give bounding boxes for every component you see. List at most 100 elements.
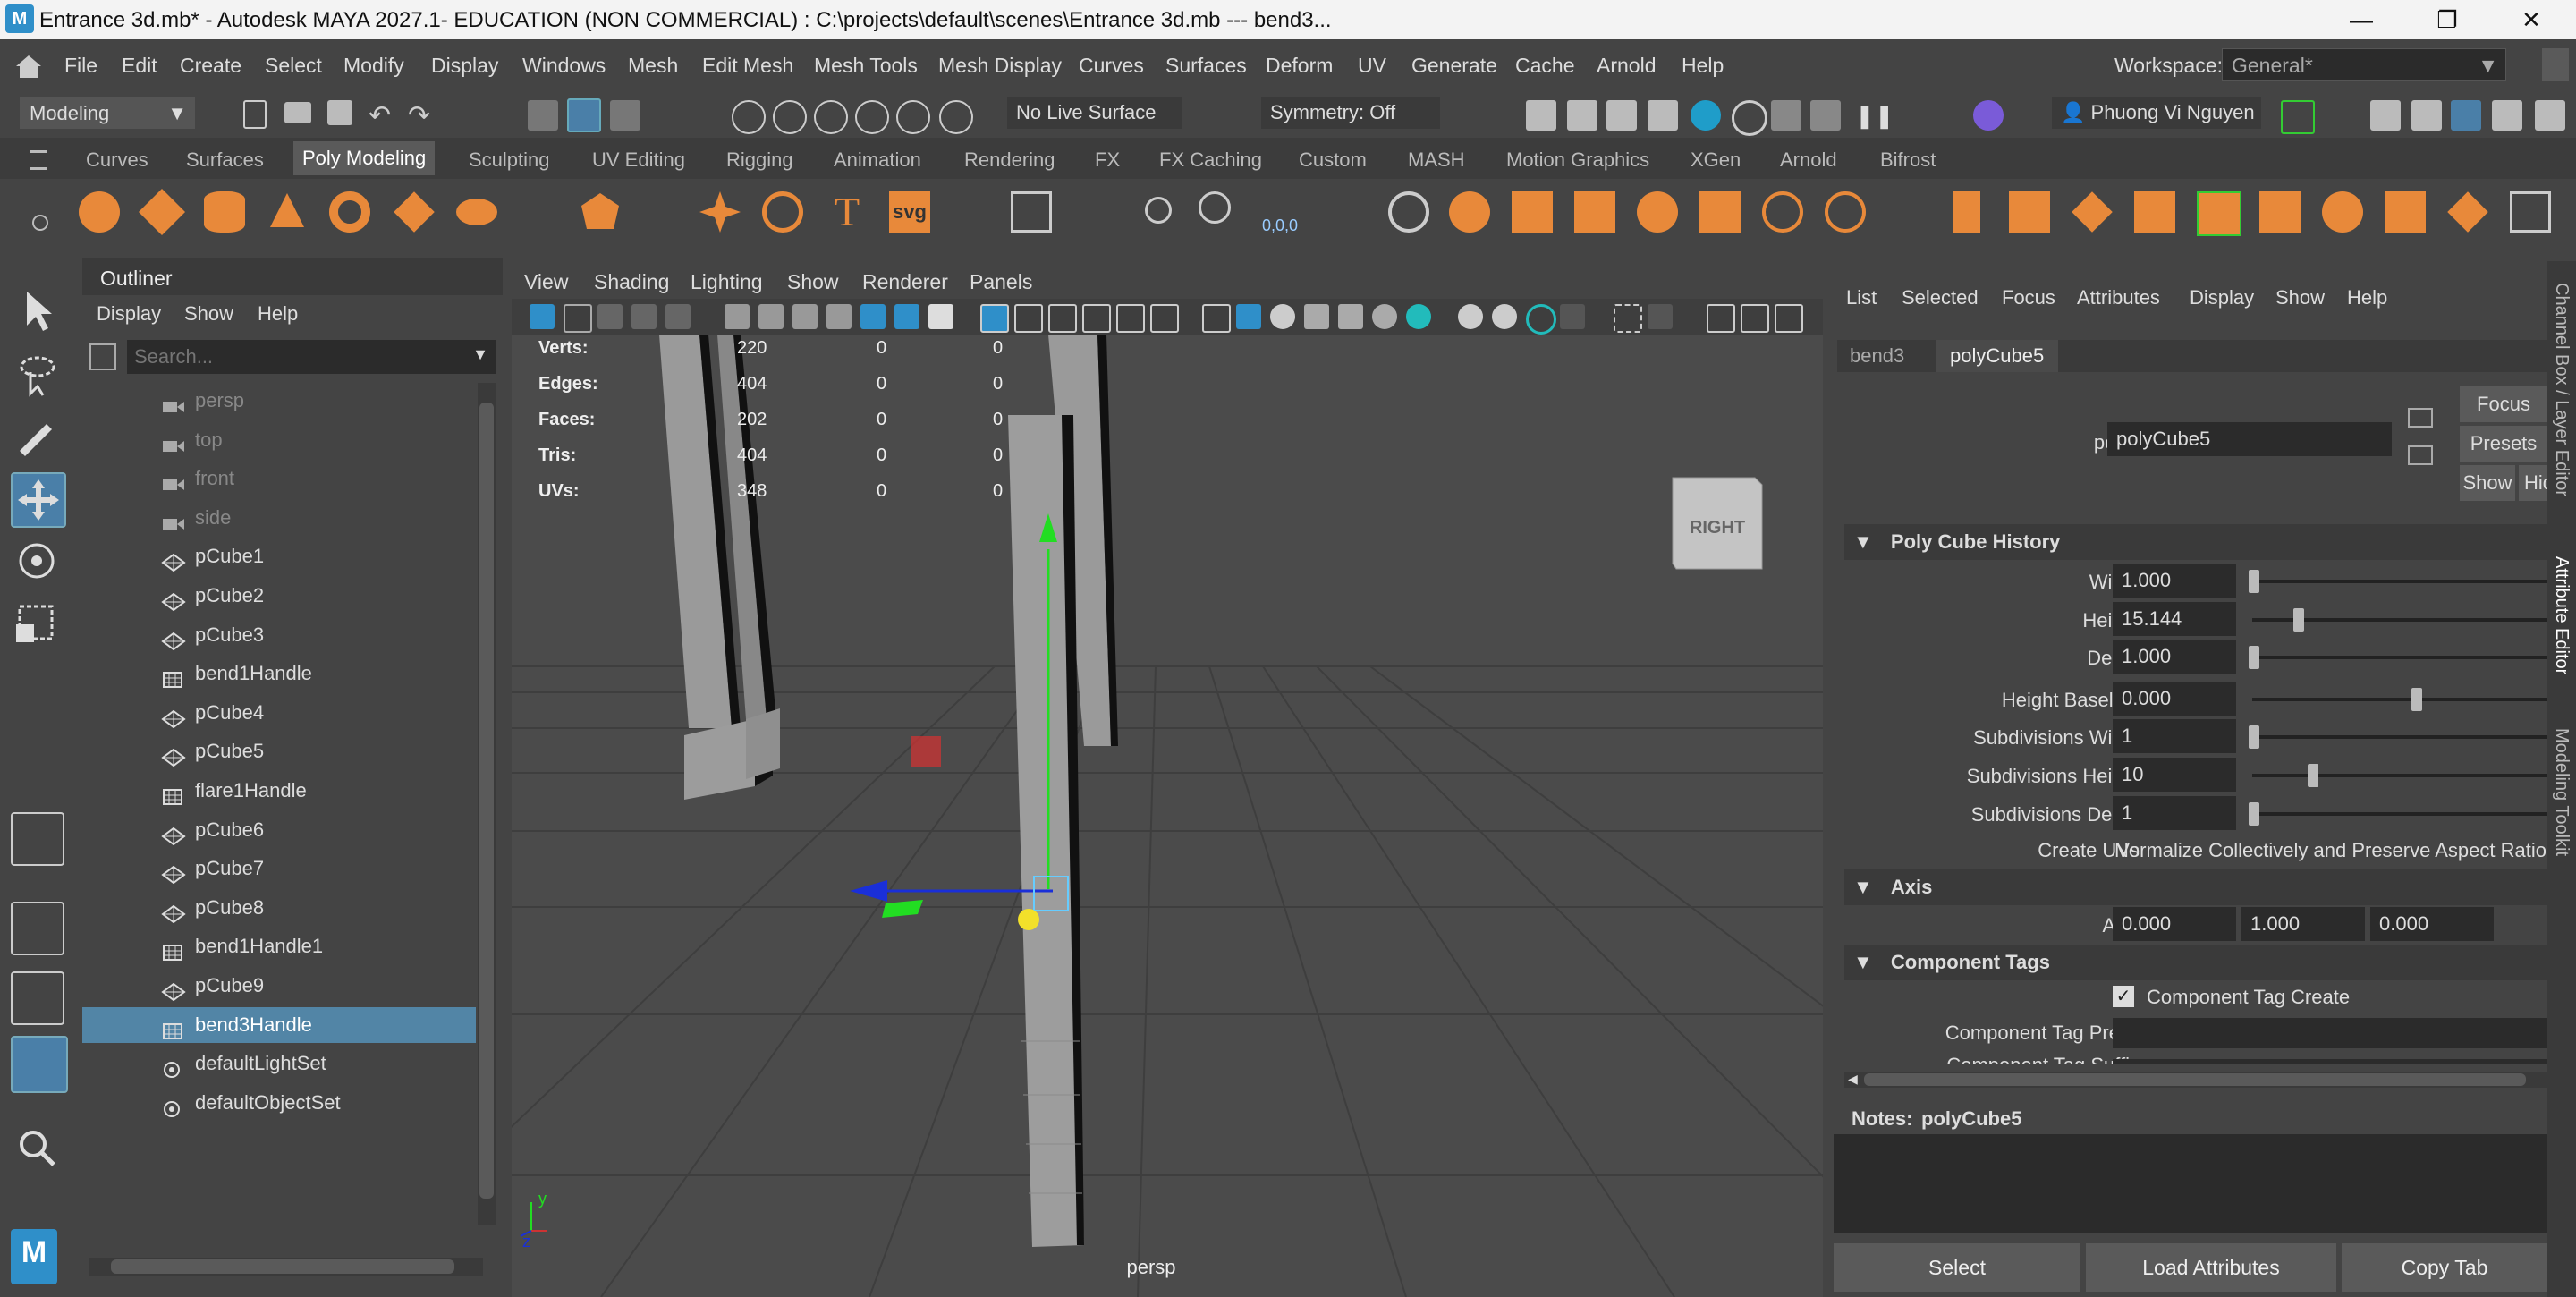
menu-uv[interactable]: UV	[1358, 54, 1386, 78]
poly-type-icon[interactable]: T	[826, 191, 868, 233]
ae-focus-button[interactable]: Focus	[2460, 386, 2547, 422]
camera-attributes-icon[interactable]	[564, 304, 592, 333]
snap-surface-icon[interactable]	[896, 100, 930, 134]
boolean-difference-icon[interactable]	[1637, 191, 1678, 233]
view-cube-label[interactable]: RIGHT	[1690, 518, 1745, 538]
freeze-transform-icon[interactable]: 0,0,0	[1259, 191, 1301, 234]
modeling-toolkit-icon[interactable]	[2370, 100, 2401, 131]
outliner-menu-display[interactable]: Display	[97, 302, 161, 326]
use-all-lights-icon[interactable]	[1338, 304, 1363, 329]
menu-mesh-display[interactable]: Mesh Display	[938, 54, 1062, 78]
menu-help[interactable]: Help	[1682, 54, 1724, 78]
attr-slider-track[interactable]	[2252, 811, 2547, 816]
menu-windows[interactable]: Windows	[522, 54, 606, 78]
depth-of-field-icon[interactable]	[1526, 304, 1556, 335]
attr-slider-track[interactable]	[2252, 774, 2547, 777]
user-avatar[interactable]	[1973, 100, 2004, 131]
menuset-dropdown[interactable]: Modeling ▼	[20, 97, 195, 129]
outliner-item[interactable]: pCube5	[82, 733, 476, 769]
component-tag-prefix-field[interactable]	[2113, 1018, 2547, 1048]
shelf-tab-bifrost[interactable]: Bifrost	[1880, 148, 1936, 172]
textured-icon[interactable]	[1304, 304, 1329, 329]
scale-tool-icon[interactable]	[11, 598, 63, 649]
attr-slider-handle[interactable]	[2249, 646, 2259, 670]
sweep-mesh-icon[interactable]	[1011, 191, 1052, 233]
poly-disc-icon[interactable]	[456, 199, 497, 225]
component-tag-suffix-field[interactable]	[2113, 1059, 2547, 1064]
menu-curves[interactable]: Curves	[1079, 54, 1144, 78]
new-scene-icon[interactable]	[243, 100, 267, 129]
redo-icon[interactable]: ↷	[408, 100, 438, 131]
wireframe-icon[interactable]	[1202, 304, 1231, 333]
attr-slider-handle[interactable]	[2411, 687, 2422, 711]
outliner-item[interactable]: front	[82, 461, 476, 496]
section-component-tags[interactable]: ▼ Component Tags	[1844, 945, 2551, 980]
section-poly-cube-history[interactable]: ▼ Poly Cube History	[1844, 524, 2551, 560]
menu-modify[interactable]: Modify	[343, 54, 404, 78]
axis-y-field[interactable]: 1.000	[2241, 907, 2365, 941]
camera-grid-icon[interactable]	[758, 304, 784, 329]
ae-hide-button[interactable]: Hide	[2519, 465, 2547, 501]
render-stop-icon[interactable]	[1810, 100, 1841, 131]
ae-menu-focus[interactable]: Focus	[2002, 286, 2055, 309]
gate-mask-icon[interactable]	[860, 304, 886, 329]
render-view-icon[interactable]	[1771, 100, 1801, 131]
outliner-item[interactable]: pCube4	[82, 695, 476, 731]
shelf-tab-mash[interactable]: MASH	[1408, 148, 1465, 172]
menu-surfaces[interactable]: Surfaces	[1165, 54, 1247, 78]
pause-icon[interactable]: ❚❚	[1855, 100, 1894, 131]
manipulator-x-handle[interactable]	[911, 736, 941, 767]
snap-point-icon[interactable]	[814, 100, 848, 134]
poly-cube-icon[interactable]	[138, 188, 186, 236]
move-tool-icon[interactable]	[11, 472, 66, 528]
resolution-gate-toggle-icon[interactable]	[1048, 304, 1077, 333]
ae-horizontal-scrollbar[interactable]: ◀	[1844, 1072, 2547, 1088]
rotate-tool-icon[interactable]	[11, 535, 63, 587]
image-plane-icon[interactable]	[631, 304, 657, 329]
shelf-tab-surfaces[interactable]: Surfaces	[186, 148, 264, 172]
view-cube[interactable]: RIGHT	[1672, 477, 1763, 570]
wireframe-on-shaded-icon[interactable]	[1270, 304, 1295, 329]
shelf-tab-curves[interactable]: Curves	[86, 148, 148, 172]
menu-arnold[interactable]: Arnold	[1597, 54, 1656, 78]
live-surface-field[interactable]: No Live Surface	[1007, 97, 1182, 129]
xray-joints-icon[interactable]	[1648, 304, 1673, 329]
poly-cylinder-icon[interactable]	[204, 191, 245, 233]
restore-icon[interactable]: ❐	[2420, 4, 2474, 36]
ipr-render-icon[interactable]	[1606, 100, 1637, 131]
outliner-horizontal-scrollbar[interactable]	[89, 1258, 483, 1276]
notes-textarea[interactable]	[1834, 1134, 2547, 1233]
shelf-tab-rigging[interactable]: Rigging	[726, 148, 793, 172]
attr-value-field[interactable]: 15.144	[2113, 601, 2236, 636]
shelf-tab-rendering[interactable]: Rendering	[964, 148, 1055, 172]
isolate-select-icon[interactable]	[1560, 304, 1585, 329]
screen-space-ao-icon[interactable]	[1406, 304, 1431, 329]
gamma-icon[interactable]	[1707, 304, 1735, 333]
outliner-item[interactable]: bend1Handle	[82, 656, 476, 691]
snap-vertex-icon[interactable]	[939, 100, 973, 134]
poly-plane-icon[interactable]	[394, 191, 435, 233]
shelf-tab-fx[interactable]: FX	[1095, 148, 1120, 172]
four-view-layout-icon[interactable]	[11, 902, 64, 955]
outliner-search-input[interactable]	[127, 340, 458, 374]
menu-select[interactable]: Select	[265, 54, 322, 78]
multi-cut-icon[interactable]	[2197, 191, 2241, 236]
user-account-dropdown[interactable]: 👤 Phuong Vi Nguyen	[2052, 97, 2261, 129]
workspace-dropdown[interactable]: General* ▼	[2222, 48, 2506, 81]
ae-node-name-field[interactable]: polyCube5	[2107, 422, 2392, 456]
outliner-menu-show[interactable]: Show	[184, 302, 233, 326]
search-icon[interactable]	[11, 1122, 63, 1174]
merge-icon[interactable]	[2385, 191, 2426, 233]
poly-sphere-icon[interactable]	[79, 191, 120, 233]
attr-value-field[interactable]: 10	[2113, 758, 2236, 792]
snap-grid-icon[interactable]	[732, 100, 766, 134]
triangulate-icon[interactable]	[2447, 191, 2488, 233]
bevel-icon[interactable]	[2134, 191, 2175, 233]
ae-menu-selected[interactable]: Selected	[1902, 286, 1979, 309]
motion-blur-icon[interactable]	[1458, 304, 1483, 329]
remesh-icon[interactable]	[1825, 191, 1866, 233]
ae-menu-help[interactable]: Help	[2347, 286, 2387, 309]
outliner-item[interactable]: pCube3	[82, 617, 476, 653]
extract-icon[interactable]	[1512, 191, 1553, 233]
outliner-vertical-scrollbar[interactable]	[478, 383, 496, 1225]
